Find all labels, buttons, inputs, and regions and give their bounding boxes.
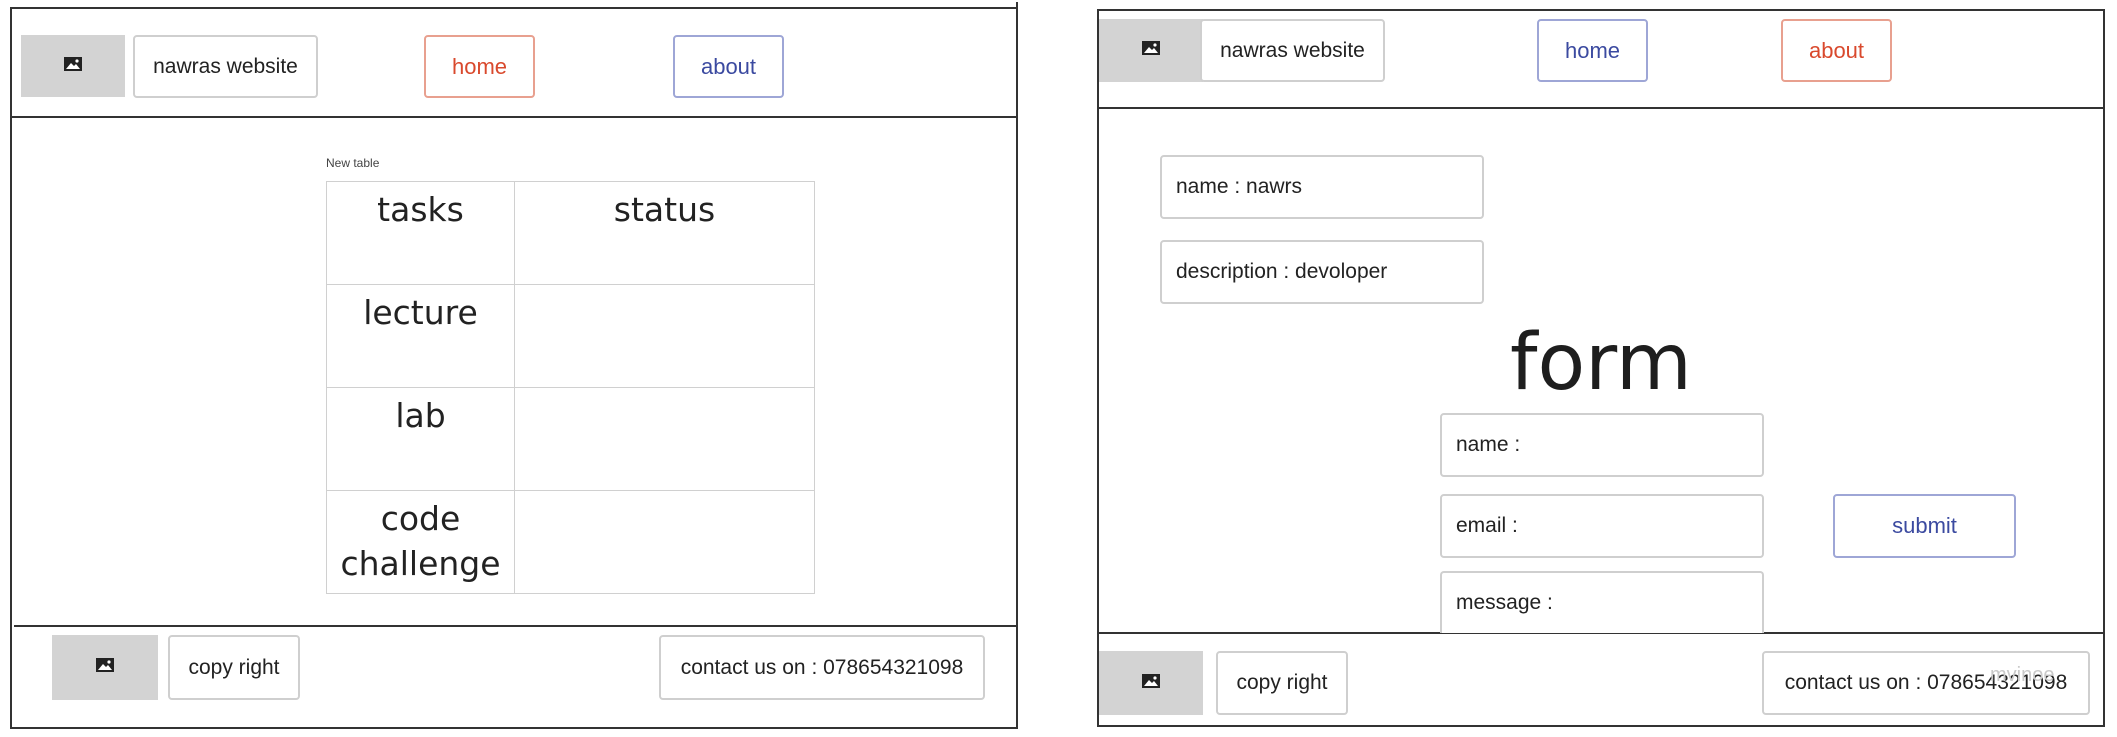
nav-home-label: home xyxy=(1564,37,1621,63)
message-field[interactable]: message : xyxy=(1440,571,1764,633)
table-header-cell: tasks xyxy=(326,181,515,285)
nav-home-button[interactable]: home xyxy=(424,35,535,98)
table-cell: lab xyxy=(326,387,515,491)
header-logo xyxy=(1099,19,1203,82)
email-field-label: email : xyxy=(1456,514,1518,537)
profile-name: name : nawrs xyxy=(1160,155,1484,219)
nav-about-label: about xyxy=(700,53,757,79)
image-icon xyxy=(1141,673,1161,694)
copyright-text: copy right xyxy=(1236,671,1328,694)
email-field[interactable]: email : xyxy=(1440,494,1764,558)
watermark: mvinoe xyxy=(1990,664,2055,686)
table-cell: lecture xyxy=(326,284,515,388)
copyright-box: copy right xyxy=(168,635,300,700)
table-row: lecture xyxy=(326,284,815,388)
left-frame-top xyxy=(10,7,1018,9)
tasks-table: tasks status lecture lab code challenge xyxy=(326,181,815,594)
right-frame-bottom xyxy=(1097,725,2105,727)
profile-name-text: name : nawrs xyxy=(1176,175,1303,198)
footer-logo xyxy=(1099,651,1203,715)
profile-description-text: description : devoloper xyxy=(1176,260,1388,283)
right-header-divider xyxy=(1097,107,2105,109)
submit-label: submit xyxy=(1892,513,1957,538)
right-frame-top xyxy=(1097,9,2105,11)
footer-logo xyxy=(52,635,158,700)
form-title: form xyxy=(1510,318,1692,408)
table-row: lab xyxy=(326,387,815,491)
image-icon xyxy=(95,657,115,678)
table-cell xyxy=(514,490,815,594)
message-field-label: message : xyxy=(1456,591,1553,614)
profile-description: description : devoloper xyxy=(1160,240,1484,304)
right-frame-right xyxy=(2103,9,2105,727)
contact-text: contact us on : 078654321098 xyxy=(680,655,964,679)
nav-home-label: home xyxy=(451,53,508,79)
table-cell xyxy=(514,284,815,388)
site-title-text: nawras website xyxy=(153,54,298,78)
left-footer-divider xyxy=(14,625,1018,627)
left-header-divider xyxy=(12,116,1018,118)
site-title: nawras website xyxy=(133,35,318,98)
header-logo xyxy=(21,35,125,97)
name-field-label: name : xyxy=(1456,433,1521,456)
table-header-row: tasks status xyxy=(326,181,815,285)
right-frame-left xyxy=(1097,9,1099,727)
table-caption: New table xyxy=(326,156,380,170)
site-title: nawras website xyxy=(1200,19,1385,82)
name-field[interactable]: name : xyxy=(1440,413,1764,477)
left-frame-right xyxy=(1016,2,1018,729)
site-title-text: nawras website xyxy=(1220,38,1365,62)
image-icon xyxy=(1141,40,1161,61)
contact-box: contact us on : 078654321098 xyxy=(659,635,985,700)
table-cell xyxy=(514,387,815,491)
left-frame-bottom xyxy=(10,727,1018,729)
nav-about-button[interactable]: about xyxy=(1781,19,1892,82)
nav-about-button[interactable]: about xyxy=(673,35,784,98)
submit-button[interactable]: submit xyxy=(1833,494,2016,558)
nav-home-button[interactable]: home xyxy=(1537,19,1648,82)
copyright-box: copy right xyxy=(1216,651,1348,715)
copyright-text: copy right xyxy=(188,655,280,679)
table-header-cell: status xyxy=(514,181,815,285)
table-cell: code challenge xyxy=(326,490,515,594)
table-row: code challenge xyxy=(326,490,815,594)
nav-about-label: about xyxy=(1808,37,1865,63)
image-icon xyxy=(63,56,83,77)
